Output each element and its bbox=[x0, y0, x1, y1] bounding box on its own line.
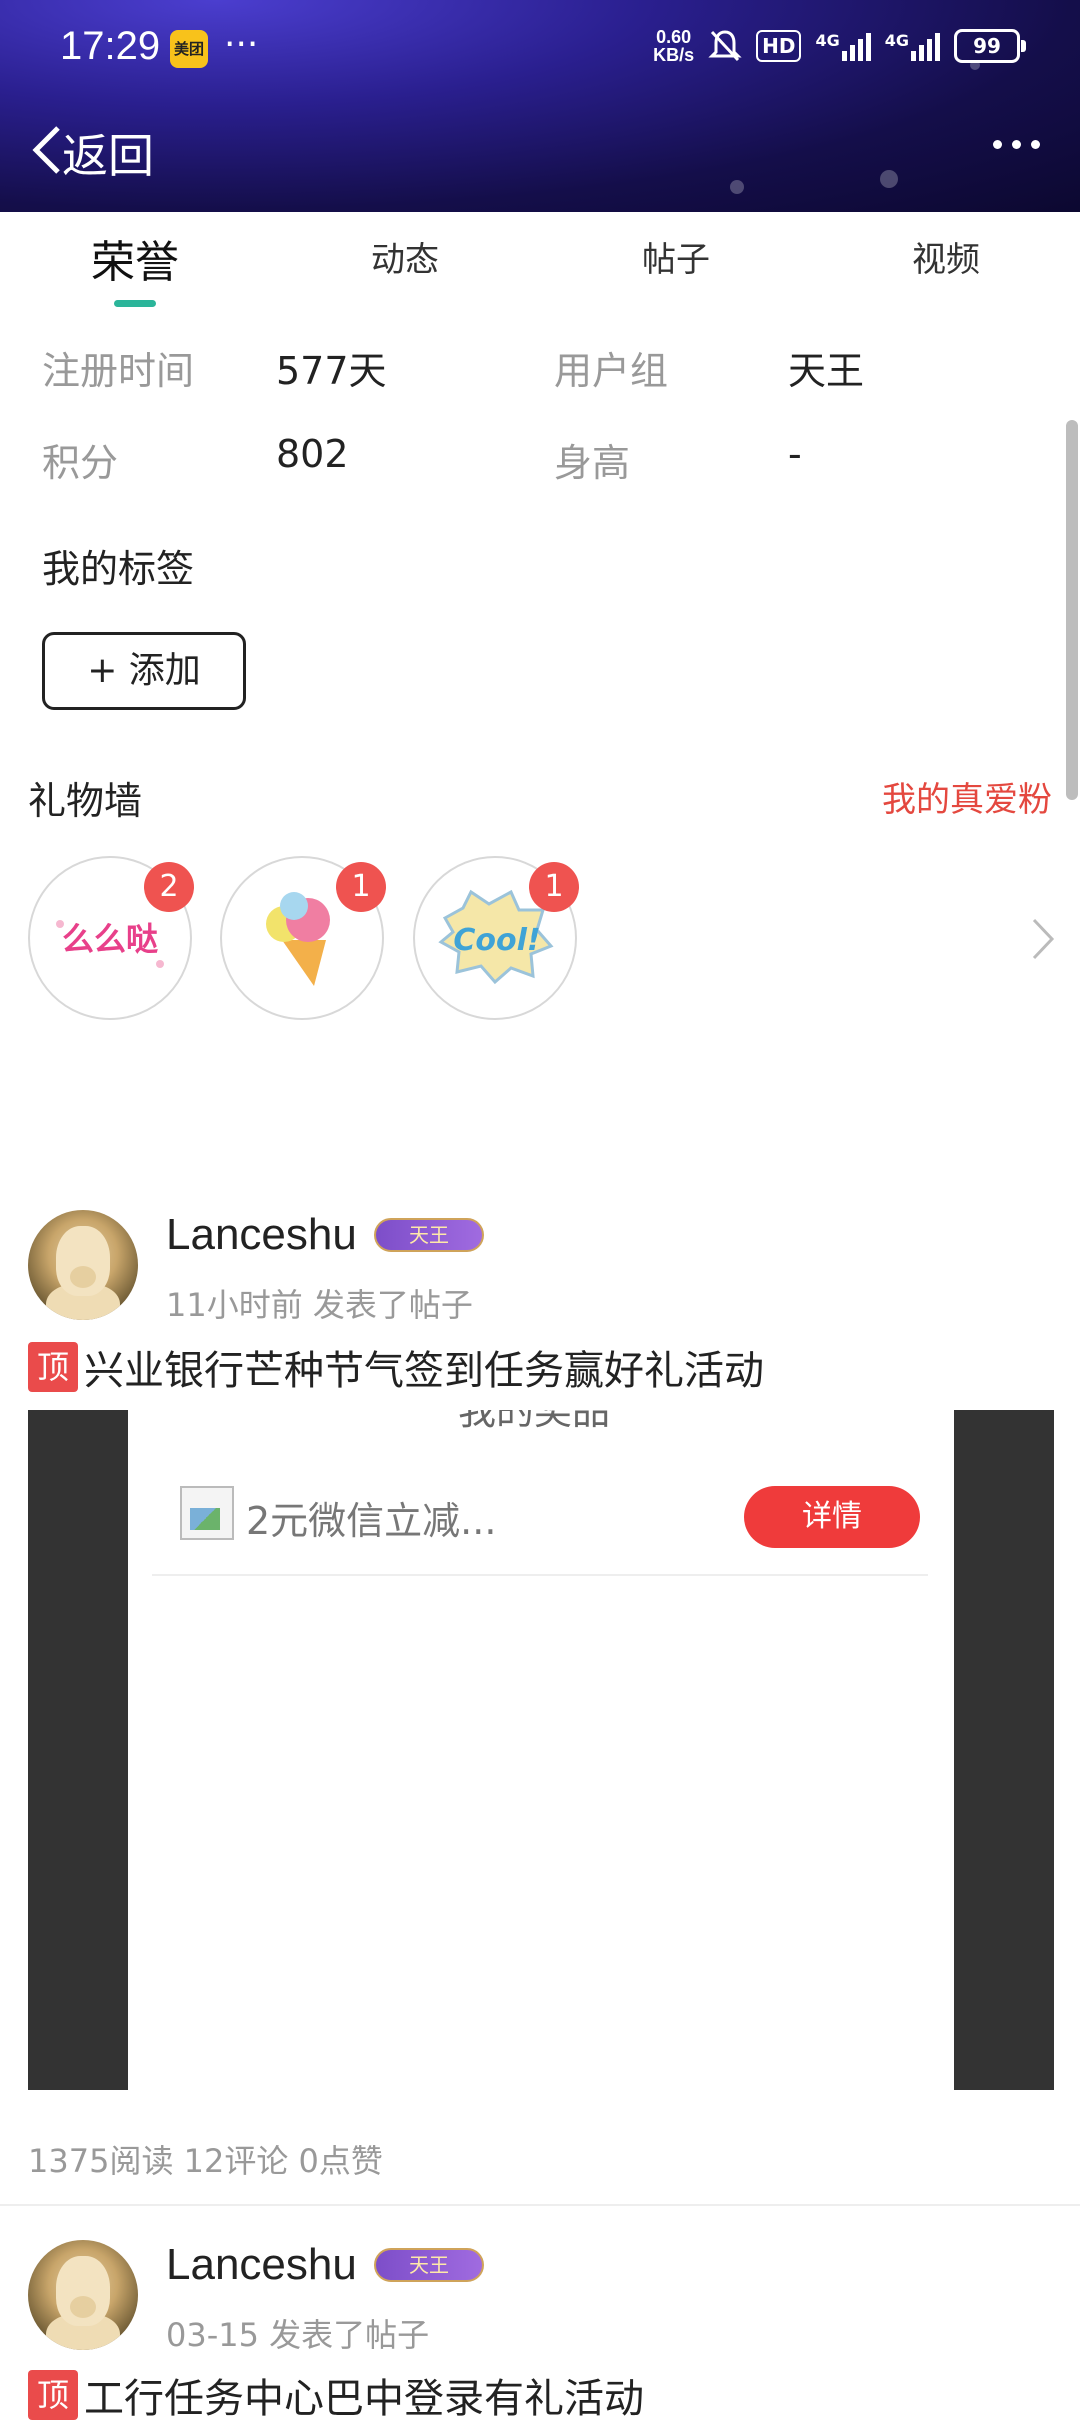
mute-bell-icon bbox=[708, 30, 742, 62]
svg-text:么么哒: 么么哒 bbox=[62, 920, 158, 958]
nav-bar: 返回 bbox=[0, 110, 1080, 190]
signal-2: 4G bbox=[885, 31, 940, 61]
meituan-notification-icon: 美团 bbox=[170, 30, 208, 68]
post-meta: 11小时前 发表了帖子 bbox=[166, 1280, 473, 1326]
post-action: 发表了帖子 bbox=[312, 1286, 473, 1324]
hd-icon: HD bbox=[756, 30, 802, 62]
post-divider bbox=[0, 2204, 1080, 2206]
profile-tabs: 荣誉 动态 帖子 视频 bbox=[0, 212, 1080, 312]
tab-honor[interactable]: 荣誉 bbox=[55, 226, 215, 290]
avatar[interactable] bbox=[28, 2240, 138, 2350]
tab-videos[interactable]: 视频 bbox=[866, 232, 1026, 281]
user-group-label: 用户组 bbox=[554, 349, 669, 393]
post-username[interactable]: Lanceshu bbox=[166, 1210, 357, 1260]
gift-count-badge: 1 bbox=[529, 862, 579, 912]
my-tags-title: 我的标签 bbox=[42, 547, 195, 591]
more-options-icon[interactable] bbox=[993, 140, 1040, 149]
user-group-value: 天王 bbox=[788, 349, 865, 393]
points-label: 积分 bbox=[42, 441, 119, 485]
post-title-text: 工行任务中心巴中登录有礼活动 bbox=[84, 2376, 644, 2422]
post-stats: 1375阅读 12评论 0点赞 bbox=[28, 2142, 383, 2180]
post-username[interactable]: Lanceshu bbox=[166, 2240, 357, 2290]
more-notifications-icon: ··· bbox=[224, 24, 259, 65]
post-time: 03-15 bbox=[166, 2316, 259, 2354]
gift-count-badge: 1 bbox=[336, 862, 386, 912]
gift-item-memeda[interactable]: 么么哒 2 bbox=[28, 856, 194, 1020]
gift-item-ice-cream[interactable]: 1 bbox=[220, 856, 386, 1020]
post-action: 发表了帖子 bbox=[269, 2316, 430, 2354]
active-tab-indicator bbox=[114, 300, 156, 307]
detail-button: 详情 bbox=[744, 1486, 920, 1548]
pinned-tag: 顶 bbox=[28, 1342, 78, 1392]
divider bbox=[152, 1574, 928, 1576]
gift-wall-title: 礼物墙 bbox=[28, 779, 143, 823]
status-time: 17:29 bbox=[60, 24, 161, 68]
gift-item-cool[interactable]: Cool! 1 bbox=[413, 856, 579, 1020]
rank-badge: 天王 bbox=[374, 1218, 484, 1252]
signal-bars-icon bbox=[841, 31, 871, 61]
status-indicators: 0.60 KB/s HD 4G 4G 99 bbox=[653, 28, 1026, 64]
tab-posts[interactable]: 帖子 bbox=[596, 232, 756, 281]
network-speed-value: 0.60 bbox=[656, 27, 692, 47]
register-time-value: 577天 bbox=[276, 349, 387, 393]
signal-bars-icon bbox=[911, 31, 940, 61]
post-title-text: 兴业银行芒种节气签到任务赢好礼活动 bbox=[84, 1348, 764, 1394]
add-tag-button[interactable]: + 添加 bbox=[42, 632, 246, 710]
pinned-tag: 顶 bbox=[28, 2370, 78, 2420]
register-time-label: 注册时间 bbox=[42, 349, 195, 393]
avatar[interactable] bbox=[28, 1210, 138, 1320]
gift-count-badge: 2 bbox=[144, 862, 194, 912]
gift-wall-more-chevron-icon[interactable] bbox=[1028, 914, 1058, 964]
back-button[interactable]: 返回 bbox=[62, 120, 154, 186]
points-value: 802 bbox=[276, 432, 349, 476]
tab-activity[interactable]: 动态 bbox=[325, 232, 485, 281]
scrollbar[interactable] bbox=[1066, 420, 1078, 800]
prize-heading-text: 我的奖品 bbox=[458, 1410, 611, 1433]
broken-image-icon bbox=[180, 1486, 234, 1540]
network-type-1: 4G bbox=[815, 31, 840, 50]
coupon-text: 2元微信立减... bbox=[246, 1499, 497, 1543]
network-speed-unit: KB/s bbox=[653, 45, 695, 65]
post-meta: 03-15 发表了帖子 bbox=[166, 2310, 429, 2356]
battery-icon: 99 bbox=[954, 29, 1026, 63]
height-label: 身高 bbox=[554, 441, 631, 485]
height-value: - bbox=[788, 432, 802, 476]
network-type-2: 4G bbox=[884, 31, 909, 50]
post-time: 11小时前 bbox=[166, 1286, 303, 1324]
post-title[interactable]: 顶 兴业银行芒种节气签到任务赢好礼活动 bbox=[28, 1338, 764, 1396]
network-speed: 0.60 KB/s bbox=[653, 28, 694, 64]
rank-badge: 天王 bbox=[374, 2248, 484, 2282]
status-bar: 17:29 美团 ··· 0.60 KB/s HD 4G 4G 99 bbox=[0, 0, 1080, 100]
screenshot-content: 我的奖品 2元微信立减... 详情 bbox=[128, 1410, 954, 2090]
my-true-fans-link[interactable]: 我的真爱粉 bbox=[882, 772, 1052, 821]
post-title[interactable]: 顶 工行任务中心巴中登录有礼活动 bbox=[28, 2366, 644, 2424]
signal-1: 4G bbox=[815, 31, 871, 61]
back-chevron-icon[interactable] bbox=[26, 124, 66, 176]
svg-text:Cool!: Cool! bbox=[453, 923, 540, 958]
post-image[interactable]: 我的奖品 2元微信立减... 详情 bbox=[28, 1410, 1054, 2090]
header: 17:29 美团 ··· 0.60 KB/s HD 4G 4G 99 返回 bbox=[0, 0, 1080, 212]
